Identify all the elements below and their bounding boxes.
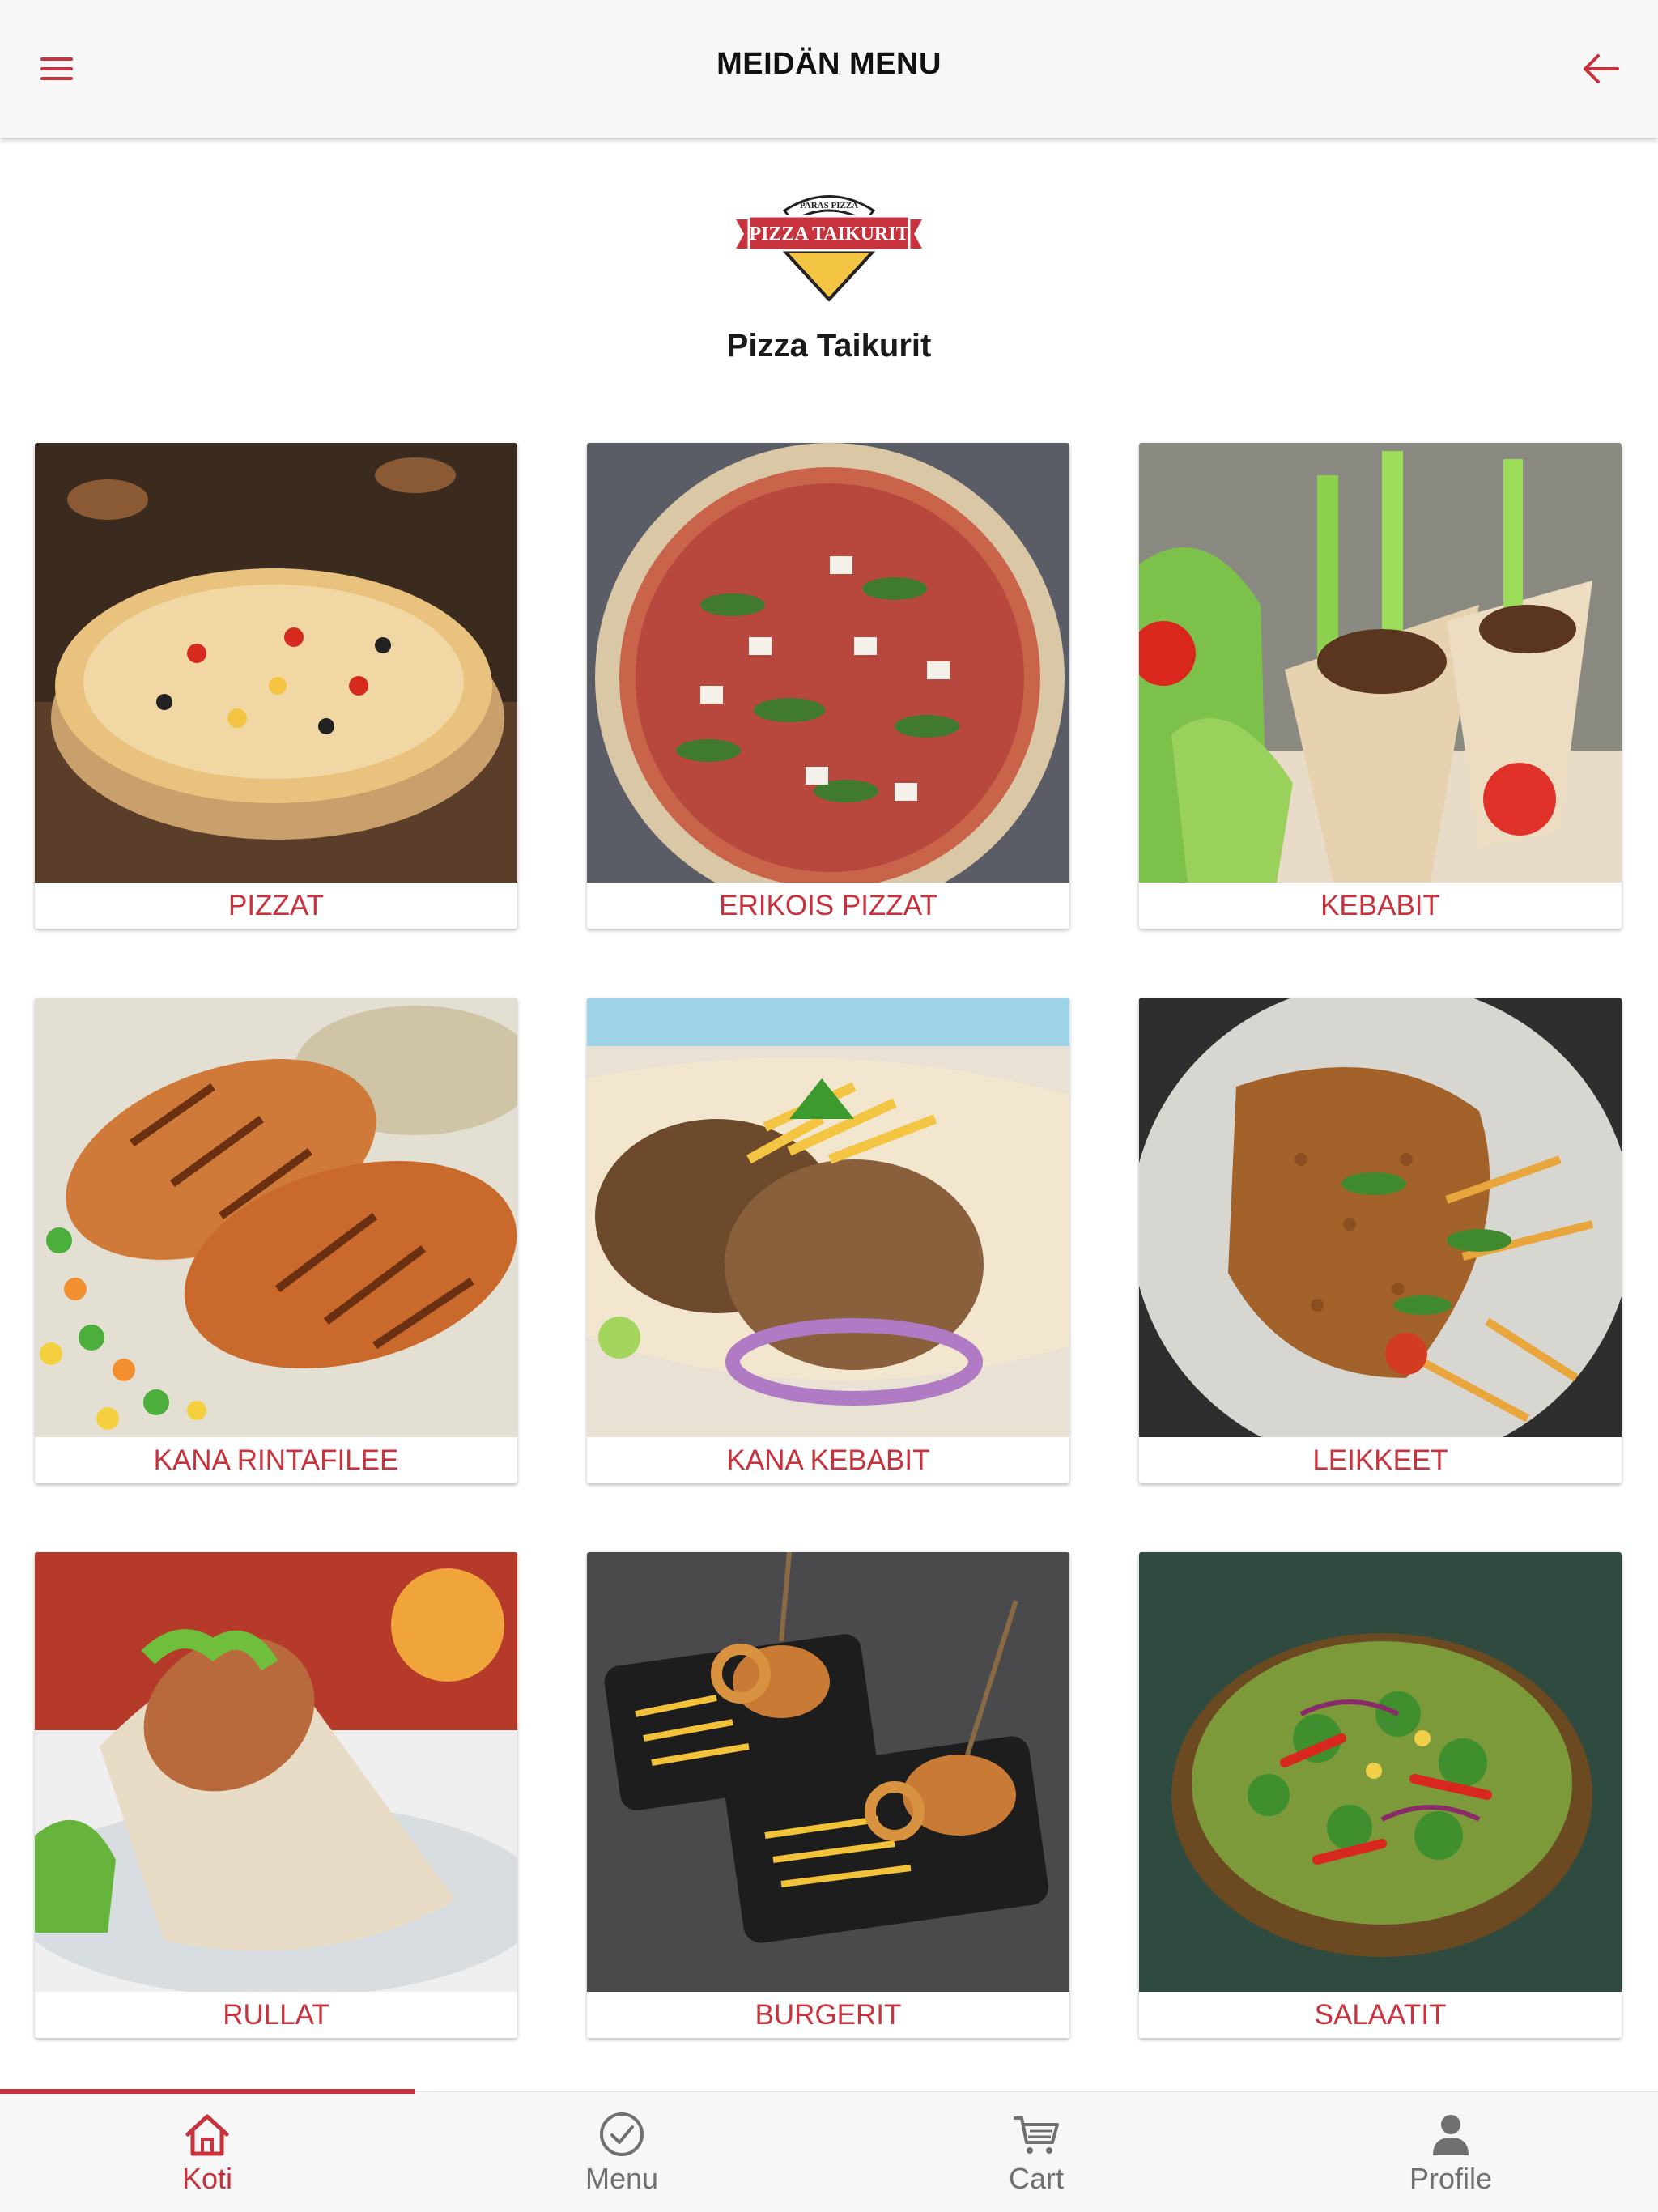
arrow-left-icon[interactable] xyxy=(1577,45,1626,93)
cart-icon xyxy=(1014,2116,1059,2154)
kebab-wrap-image xyxy=(1139,443,1622,883)
grilled-chicken-image xyxy=(35,998,517,1437)
home-icon xyxy=(185,2114,229,2156)
tab-cart[interactable]: Cart xyxy=(829,2092,1244,2212)
restaurant-name: Pizza Taikurit xyxy=(726,328,932,364)
category-card-kana-rintafilee[interactable]: KANA RINTAFILEE xyxy=(35,998,517,1483)
chicken-kebab-image xyxy=(587,998,1069,1437)
category-label: KEBABIT xyxy=(1320,890,1440,921)
person-icon xyxy=(1433,2115,1469,2155)
pizza-image xyxy=(35,443,517,883)
category-card-pizzat[interactable]: PIZZAT xyxy=(35,443,517,929)
category-card-rullat[interactable]: RULLAT xyxy=(35,1552,517,2038)
tab-koti[interactable]: Koti xyxy=(0,2092,414,2212)
tab-label: Koti xyxy=(181,2162,233,2195)
check-circle-icon xyxy=(600,2112,644,2156)
restaurant-brand: PARAS PIZZA PIZZA TAIKURIT Pizza Taikuri… xyxy=(0,174,1658,364)
category-card-leikkeet[interactable]: LEIKKEET xyxy=(1139,998,1622,1483)
category-card-kana-kebabit[interactable]: KANA KEBABIT xyxy=(587,998,1069,1483)
category-label: RULLAT xyxy=(223,1999,329,2031)
tab-label: Menu xyxy=(585,2162,659,2195)
tab-label: Profile xyxy=(1409,2162,1493,2195)
category-card-salaatit[interactable]: SALAATIT xyxy=(1139,1552,1622,2038)
tab-label: Cart xyxy=(1008,2162,1064,2195)
tab-profile[interactable]: Profile xyxy=(1244,2092,1658,2212)
category-card-erikois-pizzat[interactable]: ERIKOIS PIZZAT xyxy=(587,443,1069,929)
category-label: ERIKOIS PIZZAT xyxy=(719,890,937,921)
bottom-navigation: Koti Menu Cart Profile xyxy=(0,2089,1658,2212)
category-label: KANA RINTAFILEE xyxy=(153,1444,399,1476)
tab-menu[interactable]: Menu xyxy=(414,2092,829,2212)
category-label: SALAATIT xyxy=(1314,1999,1447,2031)
category-label: BURGERIT xyxy=(755,1999,902,2031)
page-title: MEIDÄN MENU xyxy=(716,47,942,81)
restaurant-logo: PARAS PIZZA PIZZA TAIKURIT xyxy=(736,195,922,301)
app-bar: MEIDÄN MENU xyxy=(0,0,1658,138)
logo-banner-text: PIZZA TAIKURIT xyxy=(749,223,908,245)
category-card-burgerit[interactable]: BURGERIT xyxy=(587,1552,1069,2038)
logo-top-text: PARAS PIZZA xyxy=(800,201,858,211)
category-label: KANA KEBABIT xyxy=(726,1444,930,1476)
category-card-kebabit[interactable]: KEBABIT xyxy=(1139,443,1622,929)
category-label: LEIKKEET xyxy=(1312,1444,1448,1476)
salad-image xyxy=(1139,1552,1622,1992)
category-label: PIZZAT xyxy=(228,890,324,921)
burger-fries-image xyxy=(587,1552,1069,1992)
schnitzel-image xyxy=(1139,998,1622,1437)
wrap-roll-image xyxy=(35,1552,517,1992)
special-pizza-image xyxy=(587,443,1069,883)
